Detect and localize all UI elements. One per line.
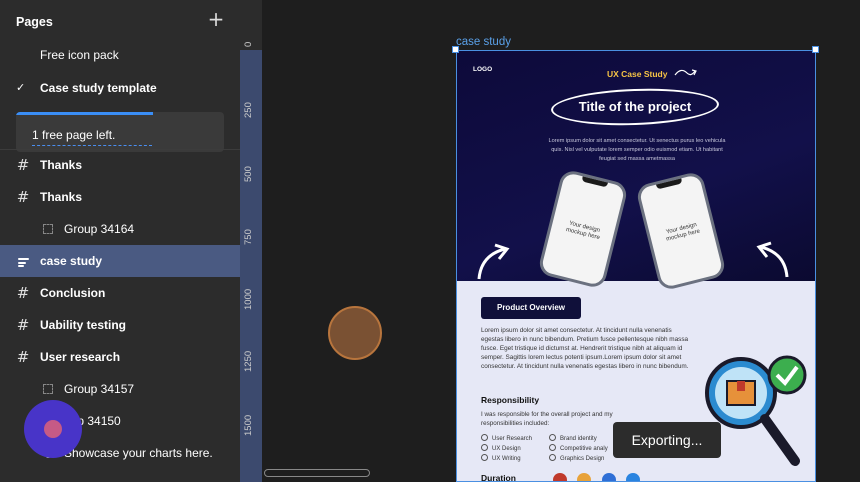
product-overview-button[interactable]: Product Overview	[481, 297, 581, 319]
horizontal-scrollbar[interactable]	[264, 469, 370, 477]
layer-label: Uability testing	[40, 318, 127, 332]
add-page-icon[interactable]: +	[206, 9, 226, 29]
arrow-up-left-icon	[756, 241, 789, 278]
layer-label: case study	[40, 254, 103, 268]
phone-text: Your design mockup here	[665, 222, 701, 243]
frame-label[interactable]: case study	[456, 36, 511, 48]
option-item: User Research	[481, 434, 532, 442]
ruler-tick: 1000	[243, 288, 254, 310]
magnifier-box-icon	[705, 355, 807, 466]
overview-text: Lorem ipsum dolor sit amet consectetur. …	[481, 327, 689, 370]
frame-icon: #	[16, 284, 30, 302]
record-dot-icon	[44, 420, 62, 438]
section-icon	[15, 253, 31, 269]
free-page-notice: 1 free page left.	[16, 112, 224, 152]
option-item: UX Writing	[481, 454, 521, 462]
check-icon: ✓	[16, 81, 26, 94]
frame-icon: #	[16, 348, 30, 366]
recording-button[interactable]	[24, 400, 82, 458]
responsibility-title: Responsibility	[481, 395, 540, 405]
cursor-indicator	[328, 306, 382, 360]
project-title: Title of the project	[578, 99, 692, 114]
option-item: UX Design	[481, 444, 521, 452]
tool-icon	[577, 473, 592, 481]
figma-window: Pages + Free icon pack ✓ Case study temp…	[0, 0, 860, 482]
option-item: Competitive analy	[549, 444, 608, 452]
hero-section: LOGO UX Case Study Title of the project …	[457, 51, 815, 292]
frame-icon: #	[16, 188, 30, 206]
option-item: Graphics Design	[549, 454, 604, 462]
pages-title: Pages	[16, 15, 53, 29]
frame-icon: #	[16, 316, 30, 334]
layer-row[interactable]: # Conclusion	[0, 277, 240, 309]
vertical-ruler: 0 250 500 750 1000 1250 1500	[240, 0, 262, 482]
logo: LOGO	[473, 66, 493, 73]
layer-label: Conclusion	[40, 286, 106, 300]
layer-label: Group 34157	[64, 382, 135, 396]
layer-row[interactable]: # Uability testing	[0, 309, 240, 341]
tool-icon	[626, 473, 641, 481]
layer-row[interactable]: # Thanks	[0, 181, 240, 213]
page-item-case-study-template[interactable]: Case study template	[40, 81, 157, 95]
layer-label: Thanks	[40, 190, 83, 204]
tool-icon	[553, 473, 567, 481]
phone-mockup: Your design mockup here	[634, 170, 728, 292]
layer-row[interactable]: Group 34164	[0, 213, 240, 245]
phone-mockup: Your design mockup here	[536, 168, 630, 290]
ruler-tick: 750	[243, 229, 254, 245]
layer-label: Group 34164	[64, 222, 135, 236]
layer-row[interactable]: # User research	[0, 341, 240, 373]
page-item-free-icon-pack[interactable]: Free icon pack	[40, 48, 119, 62]
option-item: Brand identity	[549, 434, 597, 442]
curly-arrow-icon	[674, 69, 697, 76]
ruler-tick: 1500	[243, 414, 254, 436]
group-icon	[40, 221, 56, 237]
tool-icon	[601, 473, 616, 481]
layer-row[interactable]: Group 34157	[0, 373, 240, 405]
layer-row[interactable]: # Thanks	[0, 149, 240, 181]
resize-handle[interactable]	[452, 46, 459, 53]
ruler-tick: 250	[243, 102, 254, 118]
ruler-tick: 0	[243, 41, 254, 47]
ruler-tick: 1250	[243, 350, 254, 372]
hero-description: Lorem ipsum dolor sit amet consectetur. …	[548, 138, 726, 162]
layer-row-selected[interactable]: case study	[0, 245, 240, 277]
phone-text: Your design mockup here	[565, 220, 601, 242]
frame-icon: #	[16, 156, 30, 174]
tool-icons	[553, 473, 653, 481]
ruler-tick: 500	[243, 166, 254, 182]
layer-label: User research	[40, 350, 121, 364]
group-icon	[40, 381, 56, 397]
layer-label: Showcase your charts here.	[64, 446, 213, 460]
duration-title: Duration	[481, 473, 516, 482]
arrow-up-right-icon	[477, 243, 510, 280]
notice-progress-bar	[16, 112, 153, 115]
case-study-frame[interactable]: LOGO UX Case Study Title of the project …	[456, 50, 816, 482]
ux-case-study-tag: UX Case Study	[607, 69, 668, 79]
exporting-toast: Exporting...	[613, 422, 721, 458]
notice-text: 1 free page left.	[32, 128, 116, 142]
layer-label: Thanks	[40, 158, 83, 172]
resize-handle[interactable]	[812, 46, 819, 53]
